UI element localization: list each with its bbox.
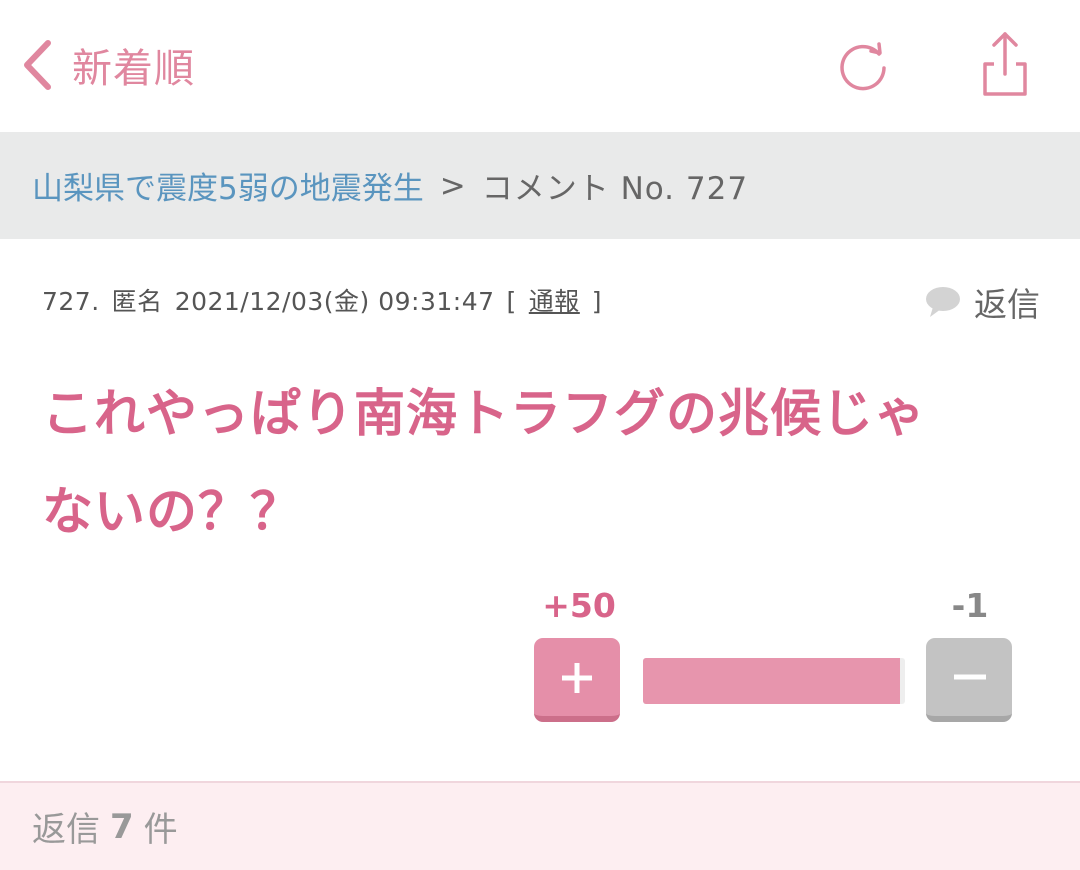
reply-button[interactable]: 返信 — [924, 278, 1040, 326]
vote-ratio-fill — [643, 658, 900, 704]
plus-vote-button[interactable] — [534, 638, 620, 722]
report-open-bracket: [ — [506, 287, 517, 316]
report-label: 通報 — [528, 287, 580, 316]
speech-bubble-icon — [924, 285, 962, 319]
minus-vote-count: -1 — [951, 586, 989, 625]
reply-label: 返信 — [974, 285, 1040, 324]
back-label: 新着順 — [72, 46, 195, 92]
comment-body-line-1: これやっぱり南海トラフグの兆候じゃ — [42, 385, 927, 444]
breadcrumb: 山梨県で震度5弱の地震発生 > コメント No. 727 — [0, 132, 1080, 239]
minus-vote-button[interactable] — [926, 638, 1012, 722]
plus-vote-count: +50 — [542, 586, 616, 625]
breadcrumb-topic-link[interactable]: 山梨県で震度5弱の地震発生 — [32, 163, 424, 208]
comment-datetime: 2021/12/03(金) 09:31:47 — [174, 287, 495, 316]
comment-author: 匿名 — [111, 287, 163, 316]
comment-detail-page: 新着順 山梨県で震度5弱の地震発生 > コメント No. 727 727. 匿名 2… — [0, 0, 1080, 870]
breadcrumb-current: コメント No. 727 — [481, 171, 749, 207]
replies-link[interactable]: 返信 7 件 — [0, 783, 1080, 870]
comment-meta: 727. 匿名 2021/12/03(金) 09:31:47 [ 通報] — [42, 282, 614, 318]
top-nav-bar: 新着順 — [0, 0, 1080, 132]
share-icon[interactable] — [973, 28, 1037, 96]
comment-body-line-2: ないの？？ — [42, 483, 303, 542]
comment-body: これやっぱり南海トラフグの兆候じゃ ないの？？ — [42, 366, 1042, 562]
vote-ratio-bar — [643, 658, 905, 704]
breadcrumb-separator: > — [439, 167, 466, 204]
back-button[interactable]: 新着順 — [22, 30, 195, 100]
replies-prefix: 返信 — [32, 810, 100, 850]
replies-suffix: 件 — [143, 810, 178, 850]
chevron-left-icon — [22, 40, 52, 90]
comment-number: 727. — [42, 287, 100, 316]
report-link[interactable]: [ 通報] — [507, 287, 615, 316]
replies-count: 7 — [110, 806, 134, 847]
refresh-icon[interactable] — [831, 34, 895, 98]
report-close-bracket: ] — [591, 287, 603, 316]
